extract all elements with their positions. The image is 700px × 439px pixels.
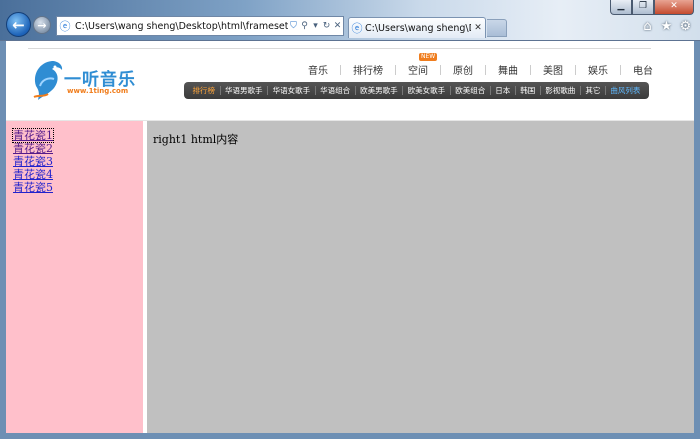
search-icon[interactable]: ⚲ xyxy=(299,21,310,31)
nav-entertainment[interactable]: 娱乐 xyxy=(588,62,608,77)
link-qinghuaci-1[interactable]: 青花瓷1 xyxy=(12,128,54,143)
nav-photos[interactable]: 美图 xyxy=(543,62,563,77)
sub-nav: 排行榜 华语男歌手 华语女歌手 华语组合 欧美男歌手 欧美女歌手 欧美组合 日本… xyxy=(184,82,649,99)
subnav-item[interactable]: 其它 xyxy=(585,85,600,96)
nav-space[interactable]: 空间 xyxy=(408,62,428,77)
refresh-icon[interactable]: ↻ xyxy=(321,21,332,31)
nav-charts[interactable]: 排行榜 xyxy=(353,62,383,77)
nav-divider xyxy=(530,64,531,75)
subnav-item[interactable]: 欧美组合 xyxy=(455,85,485,96)
browser-chrome: ▁ ❐ ✕ ← → ⓔ C:\Users\wang sheng\Desktop\… xyxy=(0,0,700,41)
subnav-divider xyxy=(539,86,541,95)
subnav-item[interactable]: 韩国 xyxy=(520,85,535,96)
subnav-item[interactable]: 日本 xyxy=(495,85,510,96)
right-content: right1 html内容 xyxy=(153,133,239,146)
new-badge: NEW xyxy=(419,53,438,61)
main-nav: 音乐 排行榜 空间 原创 舞曲 美图 娱乐 电台 xyxy=(308,62,653,77)
subnav-item[interactable]: 欧美男歌手 xyxy=(360,85,398,96)
nav-divider xyxy=(485,64,486,75)
nav-divider xyxy=(575,64,576,75)
new-tab-button[interactable] xyxy=(487,19,507,37)
nav-dance[interactable]: 舞曲 xyxy=(498,62,518,77)
browser-tab[interactable]: ⓔ C:\Users\wang sheng\De... ✕ xyxy=(348,17,486,38)
nav-divider xyxy=(440,64,441,75)
subnav-divider xyxy=(604,86,606,95)
left-frame: 青花瓷1 青花瓷2 青花瓷3 青花瓷4 青花瓷5 xyxy=(6,121,143,433)
back-arrow-icon[interactable]: ← xyxy=(6,12,31,37)
window-bottom-border xyxy=(0,433,700,439)
subnav-divider xyxy=(579,86,581,95)
subnav-item[interactable]: 华语组合 xyxy=(320,85,350,96)
link-qinghuaci-3[interactable]: 青花瓷3 xyxy=(13,155,53,168)
subnav-divider xyxy=(514,86,516,95)
link-qinghuaci-5[interactable]: 青花瓷5 xyxy=(13,181,53,194)
subnav-item[interactable]: 华语女歌手 xyxy=(273,85,311,96)
address-bar[interactable]: ⓔ C:\Users\wang sheng\Desktop\html\frame… xyxy=(56,16,344,36)
tab-title: C:\Users\wang sheng\De... xyxy=(365,22,471,34)
forward-arrow-icon[interactable]: → xyxy=(33,16,51,34)
subnav-divider xyxy=(314,86,316,95)
link-qinghuaci-2[interactable]: 青花瓷2 xyxy=(13,142,53,155)
top-frame: 一听音乐 www.1ting.com NEW 音乐 排行榜 空间 原创 舞曲 美… xyxy=(6,41,694,120)
subnav-divider xyxy=(267,86,269,95)
subnav-divider xyxy=(402,86,404,95)
home-icon[interactable]: ⌂ xyxy=(640,19,655,34)
dolphin-logo-icon xyxy=(33,61,63,100)
tab-page-icon: ⓔ xyxy=(351,22,363,35)
toolbar-icons: ⌂ ★ ⚙ xyxy=(640,19,693,34)
subnav-item[interactable]: 华语男歌手 xyxy=(225,85,263,96)
close-icon[interactable]: ✕ xyxy=(654,0,694,15)
nav-original[interactable]: 原创 xyxy=(453,62,473,77)
subnav-item[interactable]: 影视歌曲 xyxy=(545,85,575,96)
subnav-item[interactable]: 欧美女歌手 xyxy=(408,85,446,96)
shield-icon[interactable]: ⛉ xyxy=(288,21,299,31)
page-viewport: 一听音乐 www.1ting.com NEW 音乐 排行榜 空间 原创 舞曲 美… xyxy=(6,41,694,433)
link-qinghuaci-4[interactable]: 青花瓷4 xyxy=(13,168,53,181)
site-logo[interactable]: 一听音乐 www.1ting.com xyxy=(30,56,140,104)
page-icon: ⓔ xyxy=(59,20,71,33)
top-rule xyxy=(28,48,651,49)
subnav-divider xyxy=(354,86,356,95)
address-input[interactable]: C:\Users\wang sheng\Desktop\html\framese… xyxy=(73,21,288,32)
subnav-divider xyxy=(449,86,451,95)
right-frame: right1 html内容 xyxy=(147,121,694,433)
gear-icon[interactable]: ⚙ xyxy=(678,19,693,34)
stop-icon[interactable]: ✕ xyxy=(332,21,343,31)
nav-divider xyxy=(340,64,341,75)
nav-radio[interactable]: 电台 xyxy=(633,62,653,77)
subnav-item[interactable]: 曲风列表 xyxy=(610,85,640,96)
tab-close-icon[interactable]: ✕ xyxy=(471,23,485,33)
subnav-divider xyxy=(219,86,221,95)
subnav-item[interactable]: 排行榜 xyxy=(193,85,216,96)
window-controls: ▁ ❐ ✕ xyxy=(610,0,694,15)
star-icon[interactable]: ★ xyxy=(659,19,674,34)
nav-divider xyxy=(620,64,621,75)
nav-music[interactable]: 音乐 xyxy=(308,62,328,77)
logo-url: www.1ting.com xyxy=(67,87,129,95)
restore-icon[interactable]: ❐ xyxy=(632,0,654,15)
nav-divider xyxy=(395,64,396,75)
subnav-divider xyxy=(489,86,491,95)
chevron-down-icon[interactable]: ▾ xyxy=(310,21,321,31)
minimize-icon[interactable]: ▁ xyxy=(610,0,632,15)
